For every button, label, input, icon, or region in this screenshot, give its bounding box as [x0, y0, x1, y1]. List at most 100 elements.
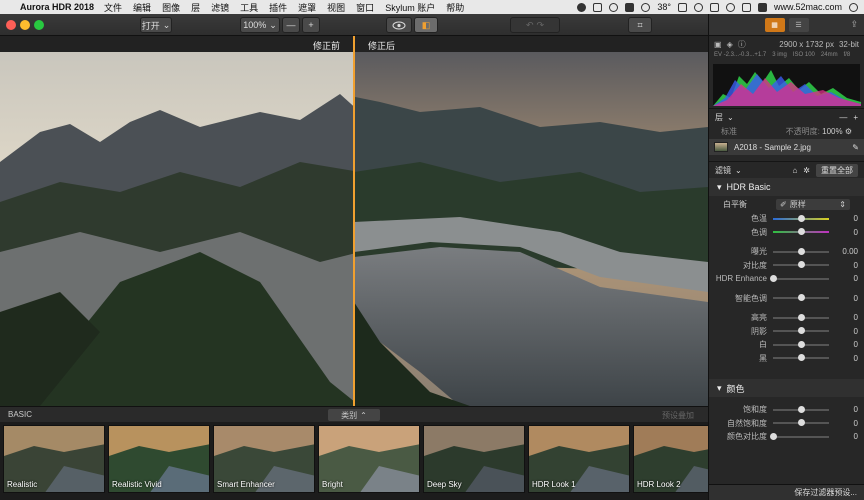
slider-knob[interactable]: [798, 327, 805, 335]
slider-track[interactable]: [773, 419, 829, 427]
slider-knob[interactable]: [798, 294, 805, 302]
slider-track[interactable]: [773, 340, 829, 348]
slider-track[interactable]: [773, 214, 829, 222]
save-filter-preset-button[interactable]: 保存过滤器预设...: [794, 487, 857, 498]
menu-help[interactable]: 帮助: [446, 1, 464, 14]
menu-file[interactable]: 文件: [104, 1, 122, 14]
preset-thumb[interactable]: HDR Look 1: [528, 425, 630, 493]
blend-mode-select[interactable]: 标准: [721, 126, 737, 137]
menu-filter[interactable]: 滤镜: [211, 1, 229, 14]
slider-knob[interactable]: [798, 247, 805, 255]
menu-image[interactable]: 图像: [162, 1, 180, 14]
slider-value[interactable]: 0: [838, 419, 858, 428]
slider-value[interactable]: 0: [838, 274, 858, 283]
preset-overlay-label[interactable]: 预设叠加: [662, 410, 694, 421]
battery-icon[interactable]: [757, 2, 767, 12]
slider-value[interactable]: 0: [838, 294, 858, 303]
opacity-control[interactable]: 不透明度: 100% ⚙: [786, 126, 852, 137]
zoom-level-select[interactable]: 100% ⌄: [240, 17, 280, 33]
preview-toggle-button[interactable]: [386, 17, 412, 33]
slider-knob[interactable]: [798, 261, 805, 269]
bluetooth-icon[interactable]: [709, 2, 719, 12]
minimize-window-button[interactable]: [20, 20, 30, 30]
menu-mask[interactable]: 遮罩: [298, 1, 316, 14]
preset-thumb[interactable]: Smart Enhancer: [213, 425, 315, 493]
gear-icon[interactable]: ⚙: [845, 127, 852, 136]
spotlight-icon[interactable]: [849, 2, 858, 12]
slider-track[interactable]: [773, 294, 829, 302]
shield-icon[interactable]: [625, 2, 635, 12]
wifi-icon[interactable]: [725, 2, 735, 12]
open-button[interactable]: 打开 ⌄: [140, 17, 172, 33]
layers-icon[interactable]: ◈: [727, 40, 733, 49]
panel-tab-presets[interactable]: ▦: [764, 17, 785, 32]
menu-edit[interactable]: 编辑: [133, 1, 151, 14]
slider-track[interactable]: [773, 313, 829, 321]
crop-button[interactable]: ⌗: [628, 17, 652, 33]
slider-knob[interactable]: [798, 313, 805, 321]
slider-knob[interactable]: [798, 214, 805, 222]
slider-knob[interactable]: [798, 405, 805, 413]
slider-track[interactable]: [773, 327, 829, 335]
slider-value[interactable]: 0: [838, 327, 858, 336]
zoom-out-button[interactable]: —: [282, 17, 300, 33]
menu-view[interactable]: 视图: [327, 1, 345, 14]
slider-track[interactable]: [773, 228, 829, 236]
slider-value[interactable]: 0: [838, 261, 858, 270]
volume-icon[interactable]: [741, 2, 751, 12]
preset-thumb[interactable]: Realistic Vivid: [108, 425, 210, 493]
slider-track[interactable]: [773, 405, 829, 413]
clock-icon[interactable]: [693, 2, 703, 12]
compare-split-handle[interactable]: [353, 36, 355, 406]
compare-split-button[interactable]: ◧: [414, 17, 438, 33]
menu-tools[interactable]: 工具: [240, 1, 258, 14]
slider-track[interactable]: [773, 247, 829, 255]
menu-plugins[interactable]: 插件: [269, 1, 287, 14]
preset-thumb[interactable]: Deep Sky: [423, 425, 525, 493]
zoom-in-button[interactable]: +: [302, 17, 320, 33]
close-window-button[interactable]: [6, 20, 16, 30]
slider-value[interactable]: 0: [838, 228, 858, 237]
brush-icon[interactable]: ✎: [852, 143, 859, 152]
slider-value[interactable]: 0.00: [838, 247, 858, 256]
settings-icon[interactable]: ✲: [803, 166, 810, 175]
preset-thumb[interactable]: Realistic: [3, 425, 105, 493]
info-icon[interactable]: ⓘ: [738, 39, 746, 50]
screen-icon[interactable]: [677, 2, 687, 12]
menu-skylum-account[interactable]: Skylum 账户: [385, 1, 435, 14]
filter-color-header[interactable]: ▾ 颜色: [709, 379, 864, 397]
preset-thumb[interactable]: Bright: [318, 425, 420, 493]
cloud-icon[interactable]: [593, 2, 603, 12]
white-balance-select[interactable]: ✐ 原样 ⇕: [776, 198, 850, 210]
notification-icon[interactable]: [577, 2, 587, 12]
slider-track[interactable]: [773, 261, 829, 269]
category-select[interactable]: 类别 ⌃: [328, 409, 380, 421]
slider-value[interactable]: 0: [838, 405, 858, 414]
slider-knob[interactable]: [770, 432, 777, 440]
reset-all-button[interactable]: 重置全部: [816, 163, 858, 177]
add-layer-button[interactable]: +: [853, 113, 858, 122]
slider-value[interactable]: 0: [838, 432, 858, 441]
chevron-down-icon[interactable]: ⌄: [735, 166, 742, 175]
slider-knob[interactable]: [798, 354, 805, 362]
share-icon[interactable]: ⇪: [850, 19, 858, 30]
undo-redo-buttons[interactable]: ↶ ↷: [510, 17, 560, 33]
slider-value[interactable]: 0: [838, 354, 858, 363]
weather-icon[interactable]: [641, 2, 651, 12]
slider-track[interactable]: [770, 274, 829, 282]
zoom-window-button[interactable]: [34, 20, 44, 30]
remove-layer-button[interactable]: —: [839, 113, 847, 122]
settings-icon[interactable]: [609, 2, 619, 12]
slider-knob[interactable]: [798, 419, 805, 427]
layer-item[interactable]: A2018 - Sample 2.jpg ✎: [709, 139, 864, 155]
menu-app-name[interactable]: Aurora HDR 2018: [20, 2, 94, 12]
slider-track[interactable]: [770, 432, 829, 440]
filter-hdr-basic-header[interactable]: ▾ HDR Basic: [709, 178, 864, 196]
menu-layer[interactable]: 层: [191, 1, 200, 14]
slider-knob[interactable]: [798, 228, 805, 236]
slider-track[interactable]: [773, 354, 829, 362]
panel-tab-adjust[interactable]: ☰: [788, 17, 809, 32]
menu-window[interactable]: 窗口: [356, 1, 374, 14]
slider-value[interactable]: 0: [838, 313, 858, 322]
chevron-down-icon[interactable]: ⌄: [727, 113, 734, 122]
